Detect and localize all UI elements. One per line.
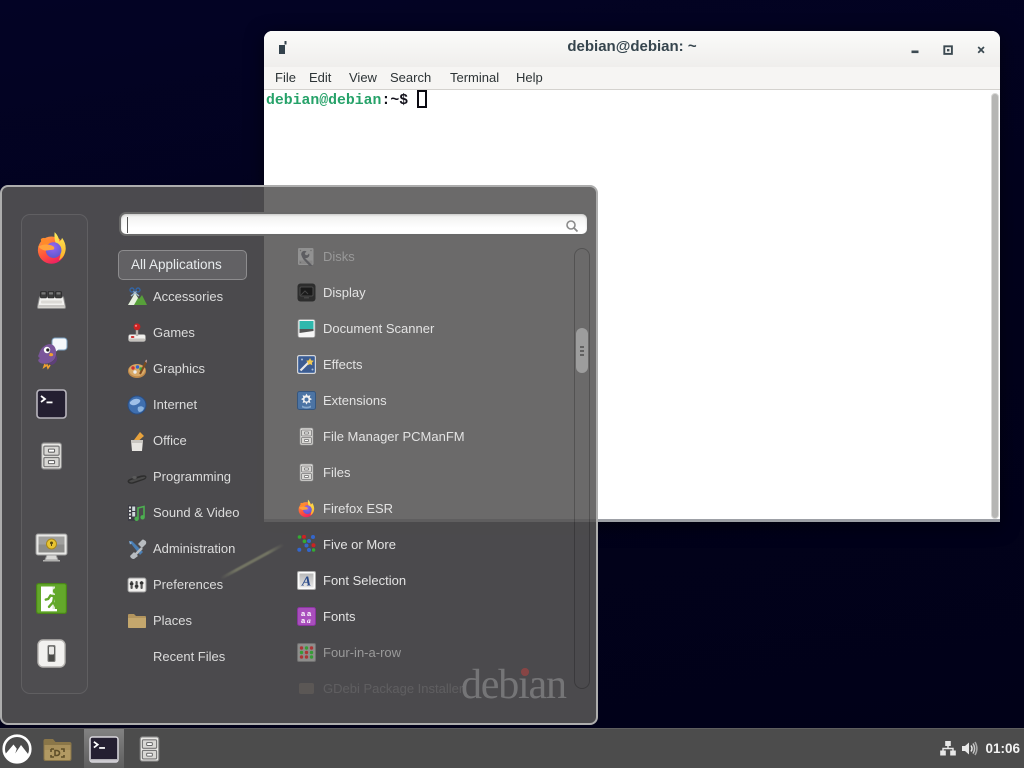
svg-text:A: A bbox=[301, 575, 311, 590]
svg-text:a: a bbox=[307, 616, 311, 625]
